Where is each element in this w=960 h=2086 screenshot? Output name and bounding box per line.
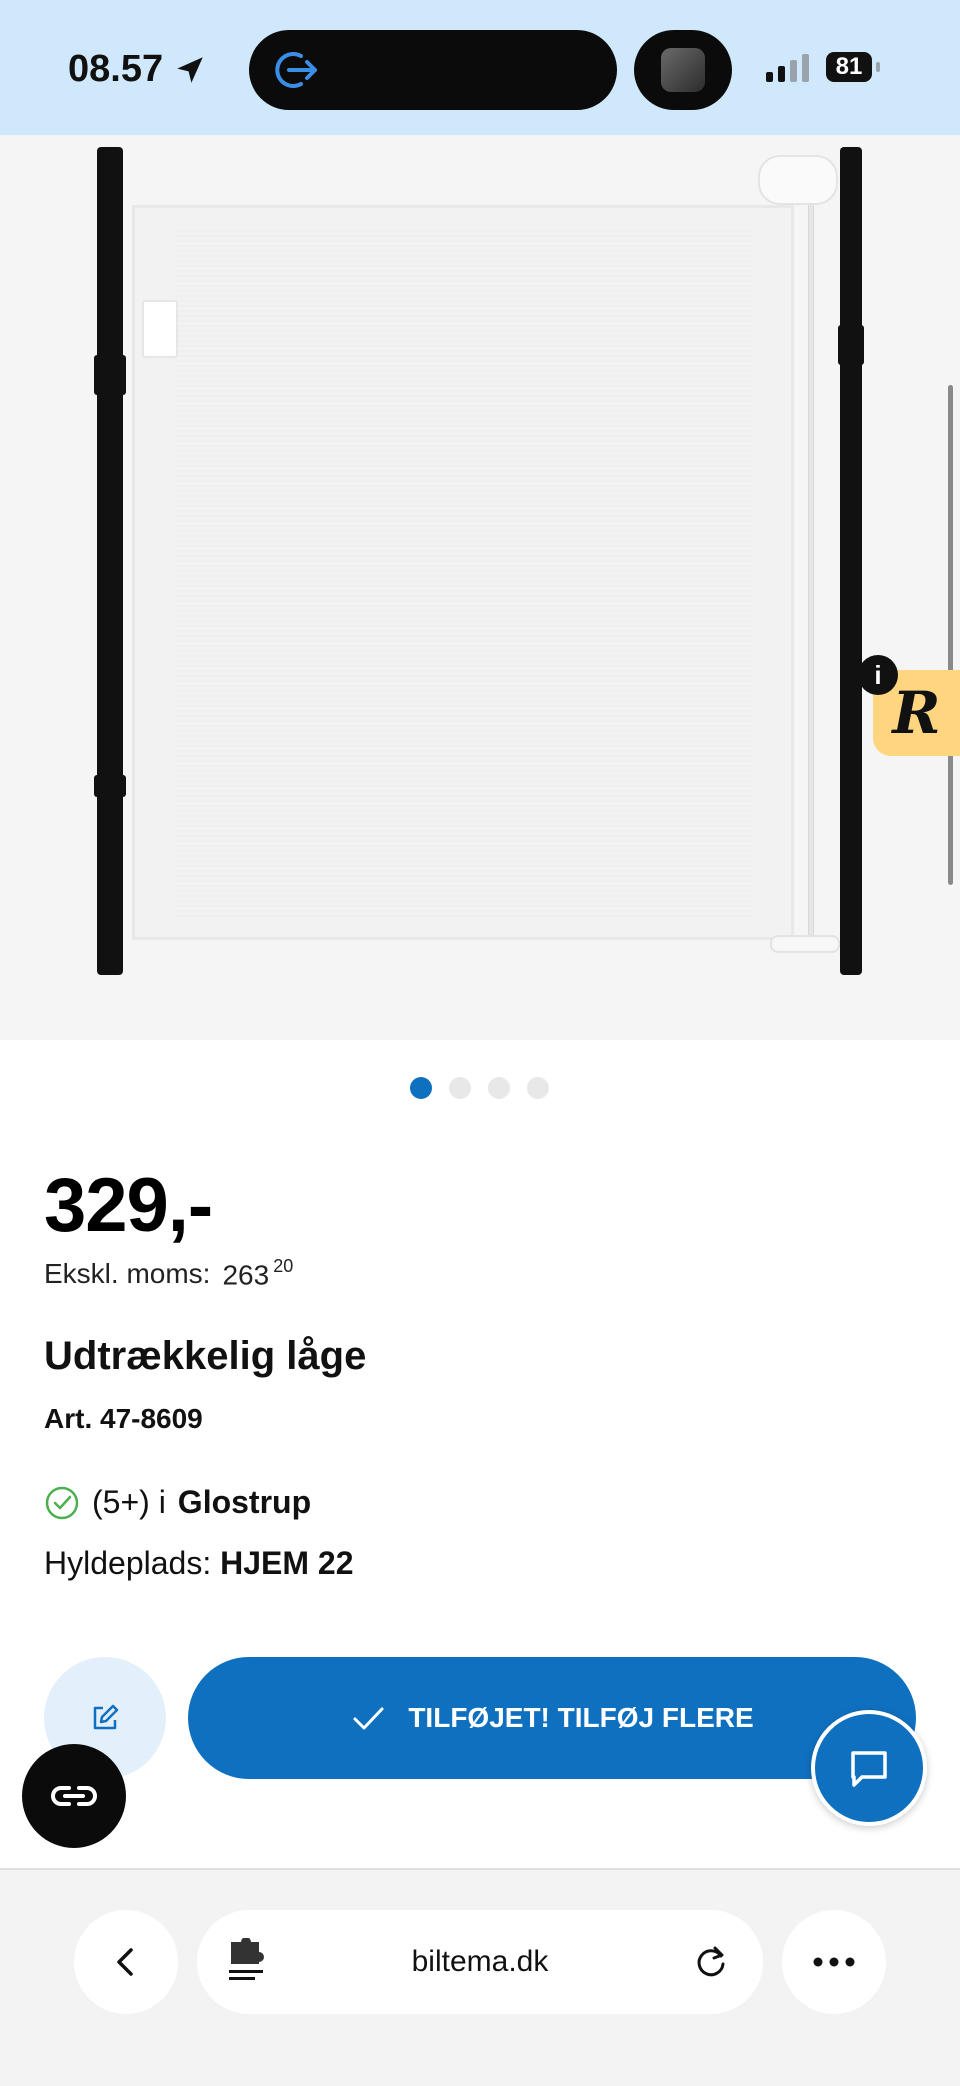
add-to-cart-button[interactable]: TILFØJET! TILFØJ FLERE — [188, 1657, 916, 1779]
now-playing-thumbnail[interactable] — [634, 30, 732, 110]
add-to-cart-label: TILFØJET! TILFØJ FLERE — [408, 1702, 754, 1733]
gate-roller-rod — [808, 195, 814, 940]
info-letter: i — [874, 659, 882, 690]
link-icon — [51, 1786, 97, 1806]
shelf-value: HJEM 22 — [220, 1545, 354, 1581]
link-button[interactable] — [22, 1744, 126, 1848]
checkmark-icon — [353, 1707, 384, 1730]
dynamic-island[interactable] — [249, 30, 617, 110]
url-text: biltema.dk — [411, 1945, 549, 1978]
album-art-icon — [661, 48, 705, 92]
status-bar: 08.57 81 — [0, 0, 960, 135]
gallery-dot[interactable] — [410, 1077, 432, 1099]
gallery-pagination — [410, 1077, 549, 1099]
location-arrow-icon — [177, 56, 203, 83]
stock-count: (5+) i — [92, 1484, 166, 1520]
ex-vat-value: 263 20 — [222, 1256, 294, 1291]
battery-icon: 81 — [826, 52, 872, 82]
ex-vat-price: Ekskl. moms: 263 20 — [44, 1256, 294, 1291]
share-exit-icon — [275, 52, 317, 88]
gate-right-pole — [840, 147, 862, 975]
chat-icon — [851, 1751, 887, 1787]
ellipsis-icon — [813, 1957, 855, 1967]
chat-button[interactable] — [811, 1710, 927, 1826]
gate-right-clip — [838, 325, 864, 365]
shelf-label: Hyldeplads: — [44, 1545, 212, 1581]
chevron-left-icon — [117, 1948, 133, 1976]
gate-handle — [142, 300, 178, 358]
gallery-dot[interactable] — [527, 1077, 549, 1099]
gate-base — [770, 935, 840, 953]
gate-roller-housing — [758, 155, 838, 205]
more-button[interactable] — [782, 1910, 886, 2014]
reload-icon[interactable] — [693, 1944, 729, 1980]
gallery-dot[interactable] — [488, 1077, 510, 1099]
product-price: 329,- — [44, 1163, 213, 1248]
gate-left-pole — [97, 147, 123, 975]
gate-left-clip — [94, 775, 126, 797]
page-scrollbar[interactable] — [948, 385, 953, 885]
product-title: Udtrækkelig låge — [44, 1334, 367, 1378]
info-icon[interactable]: i — [858, 655, 898, 695]
gallery-dot[interactable] — [449, 1077, 471, 1099]
browser-toolbar: biltema.dk — [0, 1868, 960, 2086]
gate-mesh — [132, 205, 794, 940]
address-bar[interactable]: biltema.dk — [197, 1910, 763, 2014]
ex-vat-label: Ekskl. moms: — [44, 1258, 211, 1289]
r-logo-icon: R — [892, 679, 941, 747]
product-image-gallery[interactable] — [0, 135, 960, 1040]
status-time: 08.57 — [68, 48, 207, 91]
cellular-signal-icon — [766, 54, 809, 82]
ex-vat-main: 263 — [222, 1259, 270, 1291]
ex-vat-decimals: 20 — [273, 1256, 294, 1276]
back-button[interactable] — [74, 1910, 178, 2014]
check-circle-icon — [45, 1486, 79, 1519]
shelf-location: Hyldeplads: HJEM 22 — [44, 1545, 353, 1582]
gate-left-clip — [94, 355, 126, 395]
edit-icon — [93, 1704, 119, 1730]
stock-store[interactable]: Glostrup — [178, 1484, 311, 1521]
stock-status[interactable]: (5+) i Glostrup — [44, 1484, 311, 1521]
product-page: 08.57 81 R i 329,- Ekskl. moms: 263 20 U… — [0, 0, 960, 2086]
battery-level: 81 — [835, 53, 863, 80]
battery-nub — [876, 62, 880, 72]
article-number: Art. 47-8609 — [44, 1403, 203, 1434]
time-text: 08.57 — [68, 48, 164, 90]
